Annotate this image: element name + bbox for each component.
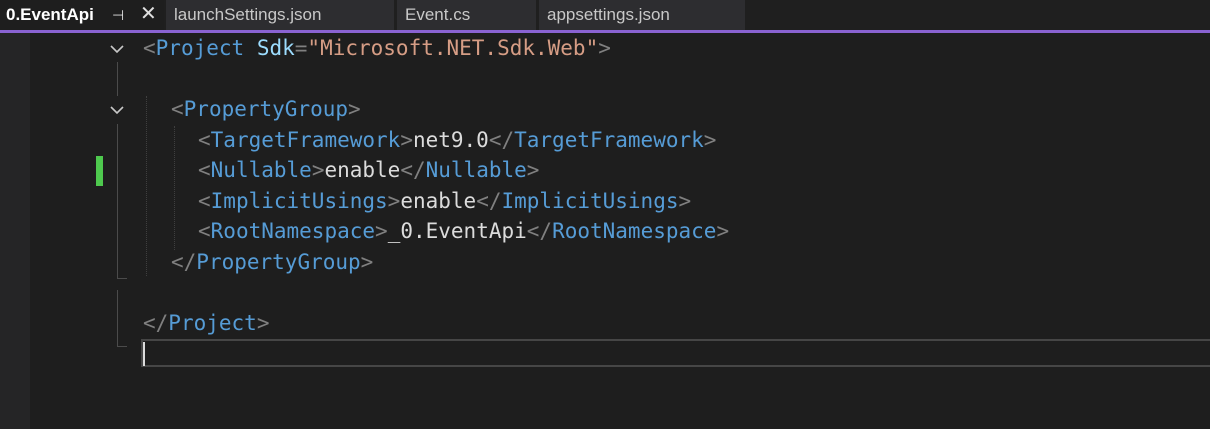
bracket: </ — [476, 189, 502, 213]
bracket: > — [400, 128, 413, 152]
bracket: </ — [143, 311, 169, 335]
text-caret — [143, 342, 145, 366]
xml-tag: RootNamespace — [552, 219, 717, 243]
fold-guide-end — [117, 346, 127, 347]
close-icon[interactable]: ✕ — [140, 0, 157, 30]
tab-label: 0.EventApi — [6, 5, 94, 24]
change-marker — [96, 156, 103, 186]
xml-tag: PropertyGroup — [183, 97, 349, 121]
current-line-highlight[interactable] — [141, 339, 1210, 367]
bracket: < — [198, 158, 211, 182]
xml-tag: Nullable — [210, 158, 312, 182]
code-line-1[interactable]: <Project Sdk="Microsoft.NET.Sdk.Web"> — [143, 33, 611, 63]
bracket: > — [678, 189, 692, 213]
bracket: </ — [400, 158, 426, 182]
editor-margin — [0, 33, 30, 429]
pin-icon[interactable]: ⊣ — [112, 0, 124, 30]
editor-window: 0.EventApi ⊣ ✕ launchSettings.json Event… — [0, 0, 1210, 429]
attribute-value: "Microsoft.NET.Sdk.Web" — [307, 36, 599, 60]
xml-tag: Project — [155, 36, 245, 60]
code-line-8[interactable]: </PropertyGroup> — [171, 247, 373, 277]
bracket: < — [171, 97, 184, 121]
xml-tag: ImplicitUsings — [501, 189, 679, 213]
bracket: > — [311, 158, 325, 182]
bracket: > — [375, 219, 388, 243]
bracket: > — [360, 250, 374, 274]
tab-event-api[interactable]: 0.EventApi ⊣ ✕ — [0, 0, 164, 30]
tab-label: Event.cs — [405, 5, 471, 24]
bracket: > — [703, 128, 717, 152]
equals: = — [294, 36, 308, 60]
bracket: </ — [488, 128, 515, 152]
fold-guide-end — [117, 278, 127, 279]
xml-tag: TargetFramework — [210, 128, 401, 152]
bracket: > — [526, 158, 540, 182]
code-line-7[interactable]: <RootNamespace>_0.EventApi</RootNamespac… — [198, 216, 729, 246]
code-line-10[interactable]: </Project> — [143, 308, 269, 338]
bracket: </ — [526, 219, 553, 243]
indent-guide — [146, 96, 147, 276]
fold-guide — [117, 62, 118, 96]
bracket: > — [348, 97, 361, 121]
bracket: < — [143, 36, 156, 60]
bracket: < — [198, 128, 211, 152]
chevron-down-icon[interactable] — [110, 103, 124, 117]
bracket: > — [256, 311, 270, 335]
xml-tag: Project — [168, 311, 257, 335]
bracket: < — [198, 189, 211, 213]
bracket: > — [716, 219, 730, 243]
tab-label: launchSettings.json — [174, 5, 322, 24]
tab-launch-settings[interactable]: launchSettings.json — [166, 0, 394, 30]
xml-tag: PropertyGroup — [196, 250, 361, 274]
code-line-4[interactable]: <TargetFramework>net9.0</TargetFramework… — [198, 125, 716, 155]
element-value: _0.EventApi — [387, 219, 527, 243]
fold-guide — [117, 124, 118, 278]
chevron-down-icon[interactable] — [110, 42, 124, 56]
xml-attribute: Sdk — [256, 36, 295, 60]
bracket: > — [387, 189, 401, 213]
document-tab-bar: 0.EventApi ⊣ ✕ launchSettings.json Event… — [0, 0, 1210, 30]
fold-guide — [117, 290, 118, 346]
element-value: enable — [324, 158, 401, 182]
bracket: < — [198, 219, 211, 243]
code-line-3[interactable]: <PropertyGroup> — [171, 94, 361, 124]
xml-tag: Nullable — [425, 158, 527, 182]
code-line-5[interactable]: <Nullable>enable</Nullable> — [198, 155, 539, 185]
bracket: > — [598, 36, 611, 60]
xml-tag: RootNamespace — [210, 219, 376, 243]
element-value: net9.0 — [412, 128, 489, 152]
element-value: enable — [400, 189, 477, 213]
tab-appsettings[interactable]: appsettings.json — [539, 0, 745, 30]
xml-tag: TargetFramework — [514, 128, 704, 152]
bracket: </ — [171, 250, 197, 274]
code-line-6[interactable]: <ImplicitUsings>enable</ImplicitUsings> — [198, 186, 691, 216]
indent-guide — [174, 126, 175, 250]
tab-event-cs[interactable]: Event.cs — [397, 0, 536, 30]
tab-label: appsettings.json — [547, 5, 670, 24]
xml-tag: ImplicitUsings — [210, 189, 388, 213]
